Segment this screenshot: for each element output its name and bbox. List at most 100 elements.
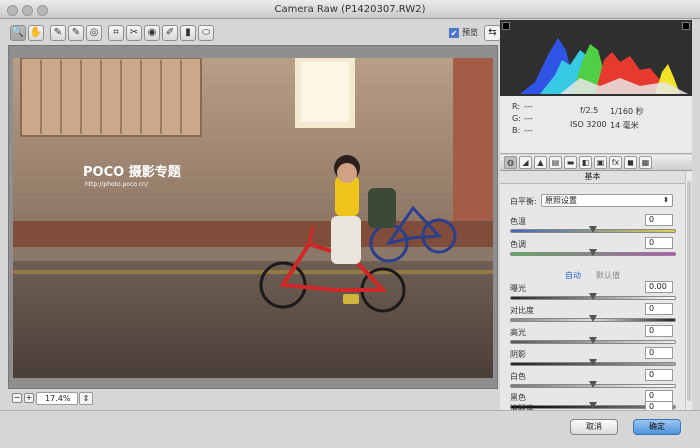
adjustment-brush-tool-icon[interactable]: ✐ xyxy=(162,25,178,41)
zoom-out-button[interactable]: − xyxy=(12,393,22,403)
tint-knob[interactable] xyxy=(589,249,597,256)
scrollbar-thumb[interactable] xyxy=(687,181,691,401)
toolbar: 🔍 ✋ ✎ ✎ ◎ ⌗ ✂ ◉ ✐ ▮ ⬭ ✔ 预览 ⇆ xyxy=(8,23,501,43)
exposure-knob[interactable] xyxy=(589,293,597,300)
zoom-level-field[interactable]: 17.4% xyxy=(36,392,78,405)
default-link[interactable]: 默认值 xyxy=(596,270,620,281)
highlights-field[interactable]: 0 xyxy=(645,325,673,337)
ok-button[interactable]: 确定 xyxy=(633,419,681,435)
tab-hsl[interactable]: ▤ xyxy=(549,156,562,169)
photo-illustration: POCO 摄影专题 http://photo.poco.cn/ xyxy=(13,58,493,378)
contrast-field[interactable]: 0 xyxy=(645,303,673,315)
temperature-knob[interactable] xyxy=(589,226,597,233)
r-label: R: xyxy=(512,102,521,111)
focal-length: 14 毫米 xyxy=(610,121,639,130)
highlights-label: 高光 xyxy=(510,328,526,337)
panel-title: 基本 xyxy=(500,171,685,184)
iso: ISO 3200 xyxy=(570,120,607,129)
tab-detail[interactable]: ▲ xyxy=(534,156,547,169)
g-value: --- xyxy=(524,114,533,123)
radial-filter-tool-icon[interactable]: ⬭ xyxy=(198,25,214,41)
spot-removal-tool-icon[interactable]: ✂ xyxy=(126,25,142,41)
watermark-brand: POCO 摄影专题 xyxy=(83,164,182,180)
graduated-filter-tool-icon[interactable]: ▮ xyxy=(180,25,196,41)
exposure-label: 曝光 xyxy=(510,284,526,293)
tab-lens-corrections[interactable]: ◧ xyxy=(579,156,592,169)
white-balance-label: 白平衡: xyxy=(510,197,537,206)
white-balance-tool-icon[interactable]: ✎ xyxy=(50,25,66,41)
select-arrow-icon: ⬍ xyxy=(663,196,669,204)
shadows-knob[interactable] xyxy=(589,359,597,366)
crop-tool-icon[interactable]: ⌗ xyxy=(108,25,124,41)
aperture: f/2.5 xyxy=(580,106,599,115)
b-value: --- xyxy=(524,126,533,135)
whites-field[interactable]: 0 xyxy=(645,369,673,381)
preview-label: 预览 xyxy=(462,28,478,37)
tab-fx[interactable]: fx xyxy=(609,156,622,169)
tab-basic[interactable]: ◍ xyxy=(504,156,517,169)
watermark-url: http://photo.poco.cn/ xyxy=(85,181,149,188)
temperature-slider[interactable] xyxy=(510,226,676,233)
shadows-label: 阴影 xyxy=(510,350,526,359)
shadows-field[interactable]: 0 xyxy=(645,347,673,359)
window-controls xyxy=(7,4,52,23)
tab-split-toning[interactable]: ▬ xyxy=(564,156,577,169)
panel-scrollbar[interactable] xyxy=(685,171,692,410)
shadow-clipping-warning[interactable] xyxy=(502,22,510,30)
tab-presets[interactable]: ▦ xyxy=(639,156,652,169)
shadows-slider[interactable] xyxy=(510,359,676,366)
white-balance-select[interactable]: 原照设置 ⬍ xyxy=(541,194,673,207)
whites-slider[interactable] xyxy=(510,381,676,388)
preview-checkbox[interactable]: ✔ xyxy=(449,27,459,38)
color-sampler-tool-icon[interactable]: ✎ xyxy=(68,25,84,41)
preview-toggle[interactable]: ✔ 预览 xyxy=(449,27,478,38)
whites-knob[interactable] xyxy=(589,381,597,388)
temperature-field[interactable]: 0 xyxy=(645,214,673,226)
histogram xyxy=(500,20,692,96)
zoom-tool-icon[interactable]: 🔍 xyxy=(10,25,26,41)
zoom-window-icon[interactable] xyxy=(37,5,48,16)
hand-tool-icon[interactable]: ✋ xyxy=(28,25,44,41)
rotate-view-button[interactable]: ⇆ xyxy=(484,25,501,41)
tint-label: 色调 xyxy=(510,240,526,249)
cancel-button[interactable]: 取消 xyxy=(570,419,618,435)
clarity-field[interactable]: 0 xyxy=(645,401,673,410)
basic-panel: 基本 白平衡: 原照设置 ⬍ 色温 0 色调 0 自动 默认值 曝光 0.00 xyxy=(500,171,685,410)
dialog-footer: 取消 确定 xyxy=(0,410,700,448)
b-label: B: xyxy=(512,126,521,135)
blacks-knob[interactable] xyxy=(589,402,597,409)
white-balance-value: 原照设置 xyxy=(545,196,577,205)
tint-slider[interactable] xyxy=(510,249,676,256)
exposure-field[interactable]: 0.00 xyxy=(645,281,673,293)
minimize-window-icon[interactable] xyxy=(22,5,33,16)
highlights-slider[interactable] xyxy=(510,337,676,344)
photo-preview[interactable]: POCO 摄影专题 http://photo.poco.cn/ xyxy=(13,58,493,378)
contrast-knob[interactable] xyxy=(589,315,597,322)
zoom-stepper[interactable]: ⇕ xyxy=(79,392,93,405)
tab-camera-calibration[interactable]: ◼ xyxy=(624,156,637,169)
panel-tabs: ◍ ◢ ▲ ▤ ▬ ◧ ▣ fx ◼ ▦ xyxy=(500,155,692,171)
zoom-bar: − + 17.4% ⇕ xyxy=(8,392,498,406)
shutter-speed: 1/160 秒 xyxy=(610,107,644,116)
targeted-adjustment-tool-icon[interactable]: ◎ xyxy=(86,25,102,41)
temperature-label: 色温 xyxy=(510,217,526,226)
zoom-in-button[interactable]: + xyxy=(24,393,34,403)
tint-field[interactable]: 0 xyxy=(645,237,673,249)
tab-effects[interactable]: ▣ xyxy=(594,156,607,169)
image-canvas[interactable]: POCO 摄影专题 http://photo.poco.cn/ xyxy=(8,45,498,389)
auto-link[interactable]: 自动 xyxy=(565,270,581,281)
image-info: R: --- G: --- B: --- f/2.5 1/160 秒 ISO 3… xyxy=(500,96,692,154)
title-bar: Camera Raw (P1420307.RW2) xyxy=(0,0,700,19)
highlight-clipping-warning[interactable] xyxy=(682,22,690,30)
tab-tone-curve[interactable]: ◢ xyxy=(519,156,532,169)
window-title: Camera Raw (P1420307.RW2) xyxy=(274,4,426,15)
r-value: --- xyxy=(524,102,533,111)
exposure-slider[interactable] xyxy=(510,293,676,300)
close-window-icon[interactable] xyxy=(7,5,18,16)
highlights-knob[interactable] xyxy=(589,337,597,344)
red-eye-tool-icon[interactable]: ◉ xyxy=(144,25,160,41)
contrast-slider[interactable] xyxy=(510,315,676,322)
histogram-graph xyxy=(520,38,688,94)
contrast-label: 对比度 xyxy=(510,306,534,315)
right-panel: R: --- G: --- B: --- f/2.5 1/160 秒 ISO 3… xyxy=(500,20,692,410)
